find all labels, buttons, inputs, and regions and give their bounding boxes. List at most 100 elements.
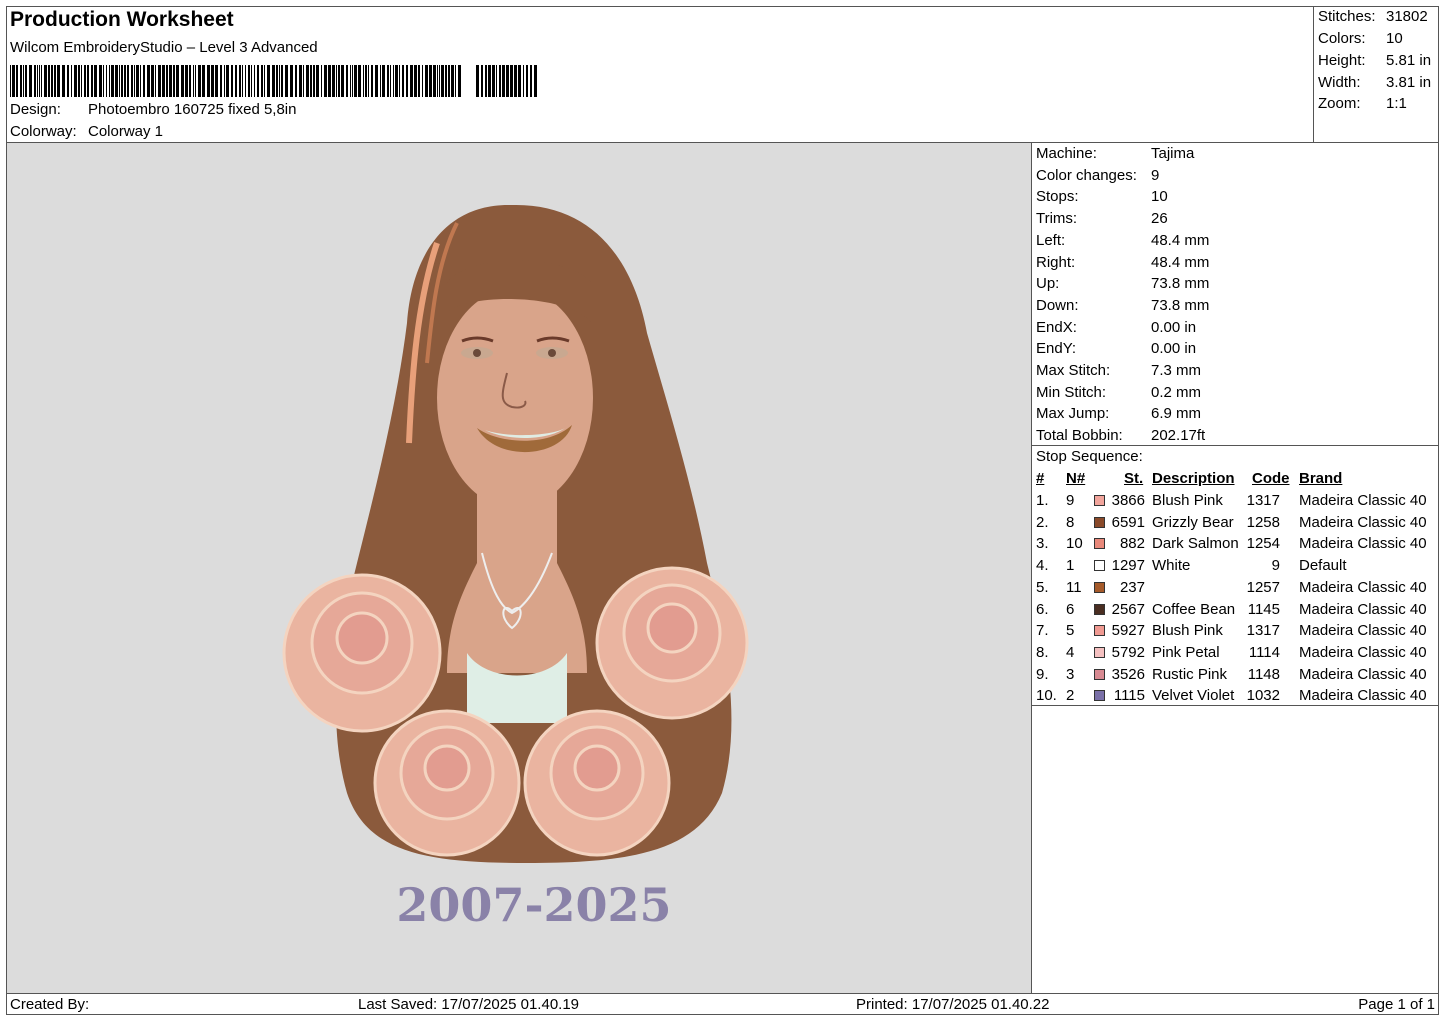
cell-idx: 10. — [1036, 687, 1057, 705]
worksheet-footer: Created By: Last Saved: 17/07/2025 01.40… — [6, 993, 1439, 1015]
barcode-bar — [224, 65, 225, 97]
cell-idx: 4. — [1036, 557, 1049, 575]
barcode-bar — [285, 65, 288, 97]
barcode-bar — [155, 65, 156, 97]
page-number: Page 1 of 1 — [1358, 996, 1435, 1013]
cell-st: 882 — [1119, 535, 1145, 553]
cell-n: 8 — [1066, 513, 1075, 531]
barcode-bar — [365, 65, 367, 97]
machine-info-label: Stops: — [1036, 188, 1079, 206]
barcode-bar — [264, 65, 265, 97]
cell-code: 1258 — [1246, 513, 1280, 531]
barcode-bar — [458, 65, 461, 97]
barcode-bar — [437, 65, 438, 97]
cell-code: 1317 — [1246, 492, 1280, 509]
color-swatch — [1094, 495, 1105, 506]
machine-info-row: Max Jump: 6.9 mm — [1036, 405, 1201, 422]
barcode-bar — [231, 65, 233, 97]
barcode-bar — [136, 65, 139, 97]
barcode-bar — [290, 65, 293, 97]
cell-st: 2567 — [1111, 600, 1145, 618]
table-row: 5. 11 237 1257 Madeira Classic 40 — [1032, 579, 1439, 600]
barcode-bar — [25, 65, 27, 97]
barcode-bar — [147, 65, 150, 97]
cell-desc: Pink Petal — [1152, 643, 1220, 661]
cell-n: 5 — [1066, 622, 1075, 640]
barcode-bar — [506, 65, 509, 97]
barcode-bar — [399, 65, 400, 97]
cell-code: 1148 — [1247, 665, 1280, 683]
cell-idx: 1. — [1036, 492, 1049, 509]
table-row: 1. 9 3866 Blush Pink 1317 Madeira Classic 40 — [1032, 492, 1439, 513]
machine-info-row: Left: 48.4 mm — [1036, 232, 1209, 249]
barcode-bar — [341, 65, 344, 97]
machine-info-row: Up: 73.8 mm — [1036, 275, 1209, 292]
color-swatch — [1094, 560, 1105, 572]
barcode-bar — [48, 65, 50, 97]
col-header-needle: N# — [1066, 470, 1086, 487]
barcode-bar — [57, 65, 60, 97]
barcode-bar — [91, 65, 93, 97]
barcode-bar — [523, 65, 524, 97]
barcode-bar — [189, 65, 191, 97]
cell-code: 1032 — [1246, 687, 1280, 705]
barcode-bar — [488, 65, 491, 97]
cell-brand: Madeira Classic 40 — [1299, 600, 1427, 618]
barcode-bar — [106, 65, 107, 97]
barcode-bar — [245, 65, 246, 97]
barcode-bar — [111, 65, 114, 97]
machine-info-value: 0.2 mm — [1151, 383, 1202, 401]
barcode-bar — [390, 65, 391, 97]
barcode-bar — [239, 65, 241, 97]
machine-info-label: EndX: — [1036, 318, 1077, 336]
barcode-bar — [193, 65, 194, 97]
cell-brand: Madeira Classic 40 — [1299, 578, 1427, 596]
info-panel: Machine: Tajima Color changes: 9 Stops: 10 Tri… — [1032, 143, 1439, 993]
barcode-bar — [303, 65, 304, 97]
barcode-bar — [332, 65, 335, 97]
barcode-bar — [242, 65, 243, 97]
barcode-bar — [99, 65, 102, 97]
barcode-bar — [281, 65, 283, 97]
machine-info-row: Down: 73.8 mm — [1036, 297, 1209, 314]
cell-idx: 6. — [1036, 600, 1049, 618]
barcode-bar — [143, 65, 145, 97]
cell-brand: Madeira Classic 40 — [1299, 643, 1427, 661]
cell-brand: Madeira Classic 40 — [1299, 687, 1427, 705]
barcode-bar — [358, 65, 361, 97]
barcode-bar — [410, 65, 413, 97]
barcode-bar — [94, 65, 97, 97]
barcode-bar — [151, 65, 154, 97]
barcode-bar — [74, 65, 77, 97]
barcode-bar — [248, 65, 250, 97]
rose-right — [595, 566, 749, 720]
barcode-bar — [295, 65, 297, 97]
cell-desc: Dark Salmon — [1152, 535, 1239, 553]
created-by: Created By: — [10, 996, 90, 1013]
barcode-bar — [530, 65, 532, 97]
barcode-bar — [336, 65, 337, 97]
barcode-bar — [115, 65, 118, 97]
cell-brand: Default — [1299, 557, 1347, 575]
cell-code: 1257 — [1246, 578, 1280, 596]
cell-st: 3526 — [1111, 665, 1145, 683]
cell-code: 1254 — [1246, 535, 1280, 553]
barcode-bar — [481, 65, 483, 97]
barcode-bar — [321, 65, 322, 97]
machine-info-row: Min Stitch: 0.2 mm — [1036, 384, 1201, 401]
barcode-bar — [346, 65, 348, 97]
barcode-bar — [34, 65, 36, 97]
barcode-bar — [422, 65, 423, 97]
cell-brand: Madeira Classic 40 — [1299, 513, 1427, 531]
barcode-bar — [387, 65, 389, 97]
barcode-bar — [352, 65, 353, 97]
barcode-bar — [395, 65, 398, 97]
color-swatch — [1094, 646, 1105, 658]
barcode-bar — [121, 65, 123, 97]
cell-idx: 9. — [1036, 665, 1049, 683]
stat-zoom: Zoom: 1:1 — [1318, 95, 1407, 112]
barcode-bar — [499, 65, 501, 97]
barcode-bar — [215, 65, 218, 97]
barcode-bar — [254, 65, 255, 97]
barcode-bar — [510, 65, 513, 97]
